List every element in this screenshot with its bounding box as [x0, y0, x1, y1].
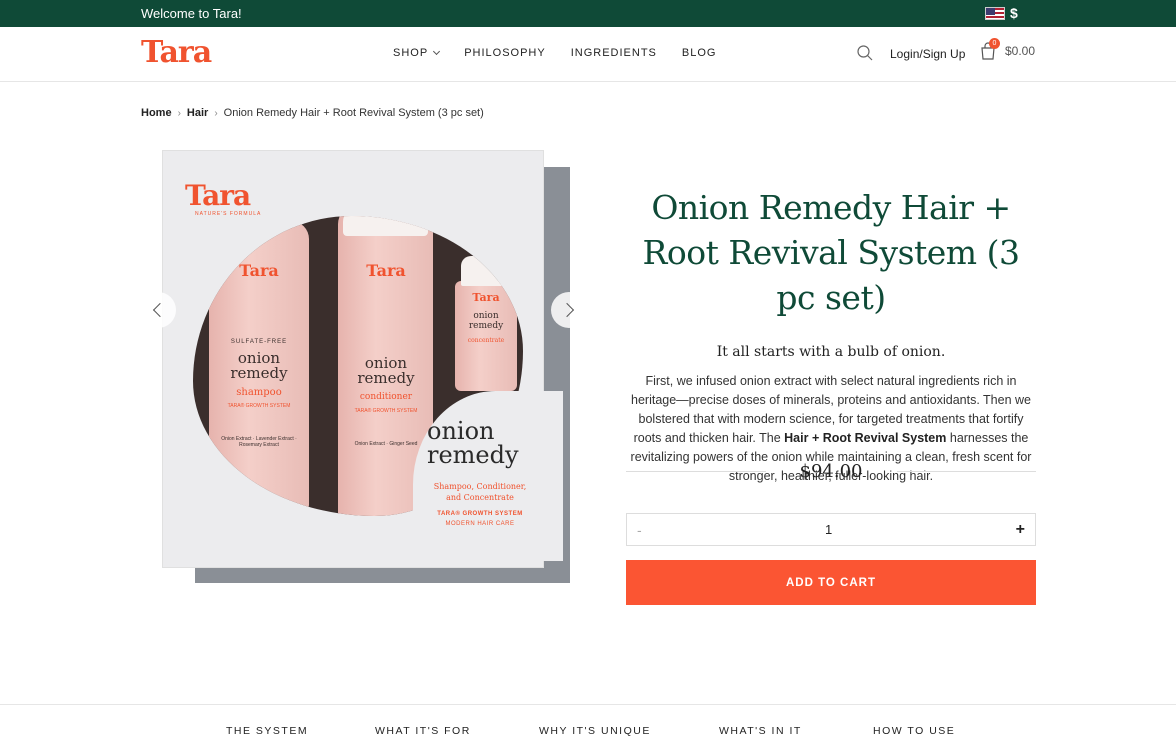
box-product-title: onion remedy [427, 417, 519, 469]
quantity-input[interactable] [798, 522, 859, 537]
breadcrumb-hair[interactable]: Hair [187, 107, 208, 119]
us-flag-icon [985, 6, 1005, 20]
bottle-ingredients: Onion Extract · Ginger Seed [354, 441, 418, 447]
product-gallery: Tara NATURE'S FORMULA Tara SULFATE-FREE … [140, 145, 587, 590]
tab-the-system[interactable]: THE SYSTEM [226, 725, 308, 737]
box-system-text: TARA® GROWTH SYSTEM [437, 511, 523, 517]
nav-shop[interactable]: SHOP [393, 47, 441, 59]
cart-count-badge: 0 [989, 38, 1000, 49]
tab-why-its-unique[interactable]: WHY IT'S UNIQUE [539, 725, 651, 737]
chevron-down-icon [433, 47, 441, 56]
breadcrumb-separator: › [214, 107, 218, 119]
product-info: Onion Remedy Hair + Root Revival System … [626, 185, 1036, 486]
add-to-cart-button[interactable]: ADD TO CART [626, 560, 1036, 605]
divider [896, 470, 1037, 472]
box-system-label: TARA® GROWTH SYSTEM MODERN HAIR CARE [425, 509, 535, 529]
divider [626, 470, 766, 472]
currency-selector[interactable]: $ [985, 5, 1018, 21]
nav-philosophy[interactable]: PHILOSOPHY [464, 47, 546, 59]
box-product-desc: Shampoo, Conditioner, and Concentrate [433, 482, 527, 502]
quantity-decrease-button[interactable]: - [637, 522, 642, 538]
search-icon[interactable] [857, 45, 873, 61]
nav-blog-label: BLOG [681, 47, 717, 59]
bottle-brand: Tara [366, 261, 406, 280]
bottle-name: onion remedy [468, 311, 504, 331]
bottle-ingredients: Onion Extract · Lavender Extract · Rosem… [221, 436, 297, 448]
quantity-increase-button[interactable]: + [1016, 521, 1025, 539]
main-nav: SHOP PHILOSOPHY INGREDIENTS BLOG [393, 47, 741, 59]
box-system-sub: MODERN HAIR CARE [445, 521, 515, 527]
product-title: Onion Remedy Hair + Root Revival System … [642, 188, 1020, 317]
bottle-type: concentrate [467, 337, 505, 344]
bottle-brand: Tara [472, 291, 500, 304]
bottle-system: TARA® GROWTH SYSTEM [227, 403, 291, 409]
dropper-cap [461, 256, 511, 286]
desc-bold: Hair + Root Revival System [784, 431, 947, 445]
chevron-left-icon [152, 302, 168, 318]
bottle-system: TARA® GROWTH SYSTEM [354, 408, 418, 414]
tab-whats-in-it[interactable]: WHAT'S IN IT [719, 725, 802, 737]
welcome-text: Welcome to Tara! [141, 6, 242, 21]
nav-blog[interactable]: BLOG [682, 47, 717, 59]
tab-how-to-use[interactable]: HOW TO USE [873, 725, 955, 737]
conditioner-cap [343, 216, 428, 236]
currency-symbol: $ [1010, 5, 1018, 21]
site-logo[interactable]: Tara [141, 35, 212, 70]
quantity-stepper: - + [626, 513, 1036, 546]
cart-button[interactable]: 0 $0.00 [979, 38, 1036, 60]
breadcrumb-home[interactable]: Home [141, 107, 172, 119]
nav-shop-label: SHOP [393, 47, 429, 59]
tab-what-its-for[interactable]: WHAT IT'S FOR [375, 725, 471, 737]
cart-total: $0.00 [1005, 44, 1036, 58]
nav-ingredients-label: INGREDIENTS [570, 47, 657, 59]
breadcrumb: Home › Hair › Onion Remedy Hair + Root R… [141, 107, 484, 119]
announcement-bar: Welcome to Tara! $ [0, 0, 1176, 27]
gallery-next-button[interactable] [551, 292, 587, 328]
shampoo-bottle: Tara SULFATE-FREE onion remedy shampoo T… [209, 221, 309, 511]
gallery-prev-button[interactable] [140, 292, 176, 328]
nav-ingredients[interactable]: INGREDIENTS [571, 47, 657, 59]
breadcrumb-current: Onion Remedy Hair + Root Revival System … [223, 107, 484, 119]
bottle-type: shampoo [236, 387, 282, 398]
breadcrumb-separator: › [177, 107, 181, 119]
bottle-name: onion remedy [357, 354, 415, 387]
site-header: Tara SHOP PHILOSOPHY INGREDIENTS BLOG Lo… [0, 27, 1176, 82]
product-tabs: THE SYSTEM WHAT IT'S FOR WHY IT'S UNIQUE… [0, 704, 1176, 752]
nav-philosophy-label: PHILOSOPHY [464, 47, 546, 59]
shopping-bag-icon: 0 [979, 38, 1000, 60]
product-image: Tara NATURE'S FORMULA Tara SULFATE-FREE … [162, 150, 563, 568]
login-signup-link[interactable]: Login/Sign Up [890, 47, 965, 61]
product-price: $94.00 [799, 460, 863, 482]
price-row: $94.00 [626, 458, 1037, 484]
concentrate-bottle: Tara onion remedy concentrate [455, 281, 517, 391]
box-logo-sub: NATURE'S FORMULA [195, 211, 262, 217]
product-tagline: It all starts with a bulb of onion. [716, 344, 946, 360]
chevron-right-icon [559, 302, 575, 318]
bottle-name: onion remedy [230, 349, 288, 382]
bottle-brand: Tara [239, 261, 279, 280]
bottle-topline: SULFATE-FREE [230, 339, 288, 345]
box-logo: Tara [185, 179, 251, 212]
bottle-type: conditioner [359, 392, 413, 402]
